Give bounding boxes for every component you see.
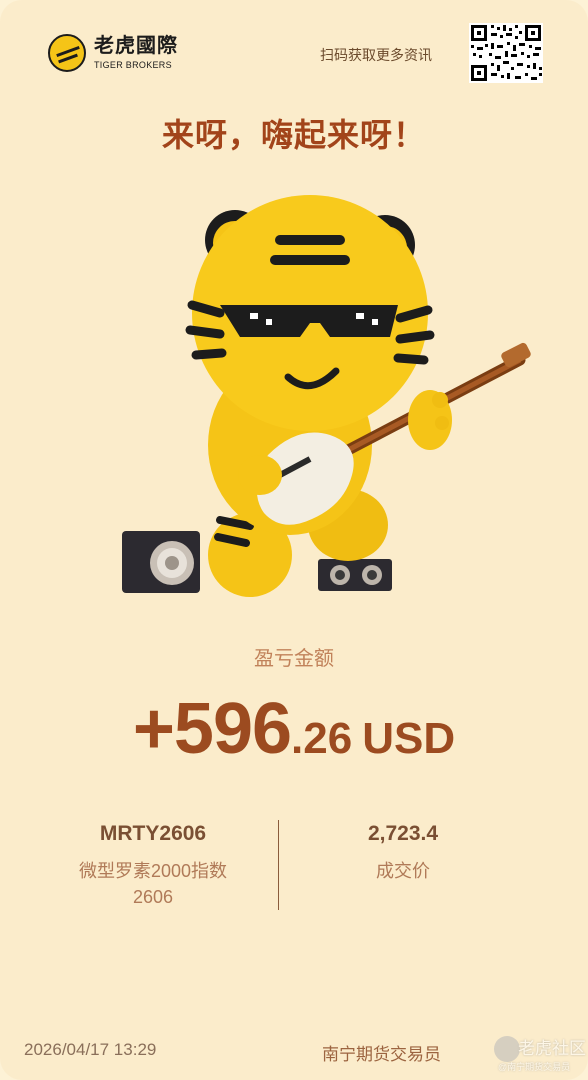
trade-price-value: 2,723.4 <box>367 822 439 845</box>
divider <box>278 820 279 910</box>
watermark-subtext: @南宁期货交易员 <box>498 1062 571 1072</box>
pnl-label: 盈亏金额 <box>254 648 334 670</box>
small-speaker-icon <box>318 559 392 591</box>
watermark-text: 老虎社区 <box>518 1039 586 1058</box>
slogan-headline: 来呀，嗨起来呀！ <box>161 117 426 153</box>
contract-code: MRTY2606 <box>99 822 207 845</box>
community-watermark: 老虎社区 @南宁期货交易员 <box>494 1030 586 1076</box>
scan-prompt: 扫码获取更多资讯 <box>320 47 432 63</box>
pnl-amount: +596.26 USD <box>0 688 588 770</box>
speaker-box-icon <box>122 531 200 593</box>
tiger-guitar-mascot-illustration <box>110 195 540 605</box>
brand-name-cn: 老虎國際 <box>94 35 178 57</box>
pnl-integer: +596 <box>132 689 292 769</box>
brand-name-en: TIGER BROKERS <box>94 60 172 70</box>
pnl-decimal: .26 <box>291 714 353 763</box>
watermark-logo-icon <box>494 1036 520 1062</box>
user-role: 南宁期货交易员 <box>322 1045 441 1064</box>
brand-logo: 老虎國際 TIGER BROKERS <box>48 34 178 72</box>
contract-info: MRTY2606 微型罗素2000指数2606 <box>60 822 246 910</box>
tiger-logo-icon <box>48 34 86 72</box>
share-card: 老虎國際 TIGER BROKERS 扫码获取更多资讯 来呀，嗨起来呀！ 盈亏金… <box>0 0 588 1080</box>
contract-name: 微型罗素2000指数2606 <box>78 861 228 907</box>
share-datetime: 2026/04/17 13:29 <box>24 1040 157 1059</box>
pnl-currency: USD <box>362 714 456 763</box>
price-info: 2,723.4 成交价 <box>310 822 496 884</box>
trade-price-label: 成交价 <box>376 861 430 881</box>
qr-code-icon[interactable] <box>469 23 543 83</box>
